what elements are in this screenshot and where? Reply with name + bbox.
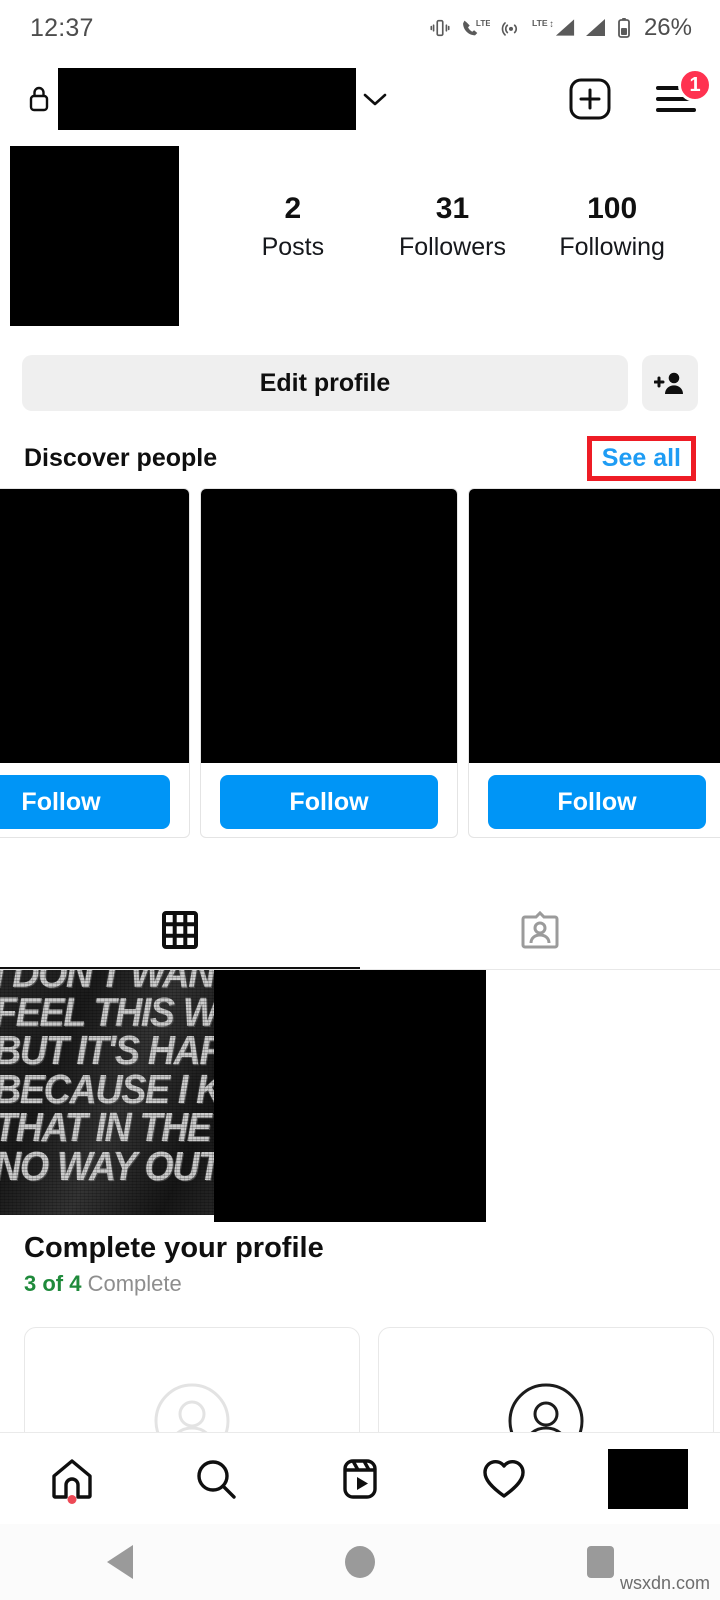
complete-profile-title: Complete your profile [24, 1232, 324, 1264]
complete-profile-card[interactable] [378, 1327, 714, 1432]
stat-following[interactable]: 100 Following [557, 190, 667, 264]
profile-stats: 2 Posts 31 Followers 100 Following [179, 146, 720, 264]
avatar-placeholder-icon [154, 1383, 230, 1432]
complete-profile-section: Complete your profile 3 of 4 Complete [0, 1232, 720, 1297]
discover-people-carousel[interactable]: Follow Follow Follow Follow [0, 488, 720, 840]
home-circle-icon [345, 1546, 375, 1578]
profile-avatar-redaction[interactable] [10, 146, 179, 326]
stat-value: 100 [587, 192, 638, 225]
avatar-placeholder-icon [508, 1383, 584, 1432]
menu-notification-badge: 1 [678, 68, 712, 102]
svg-text:LTE: LTE [476, 19, 490, 28]
suggestion-content-redaction [469, 489, 720, 763]
complete-profile-progress: 3 of 4 Complete [0, 1265, 720, 1297]
chevron-down-icon[interactable] [360, 89, 390, 109]
lyric-poster-image: I DON'T WANT TO FEEL THIS WAY BUT IT'S H… [0, 970, 238, 1215]
stat-label: Followers [398, 232, 506, 261]
android-home-button[interactable] [240, 1546, 480, 1578]
back-triangle-icon [107, 1545, 133, 1579]
add-person-icon [654, 372, 683, 394]
discover-people-button[interactable] [642, 355, 698, 411]
lte-plus-icon: LTE ↕ [532, 18, 575, 36]
home-notification-dot [67, 1495, 77, 1504]
suggestion-card[interactable]: Follow [468, 488, 720, 838]
status-icon-group: LTE LTE ↕ 26% [429, 14, 692, 42]
nav-home[interactable] [0, 1433, 144, 1524]
post-slot-empty [480, 970, 718, 1215]
suggestion-card[interactable]: Follow [200, 488, 458, 838]
discover-people-title: Discover people [24, 443, 218, 472]
android-system-nav: wsxdn.com [0, 1524, 720, 1600]
hotspot-icon [501, 22, 517, 36]
edit-profile-button[interactable]: Edit profile [22, 355, 628, 411]
svg-text:↕: ↕ [549, 19, 554, 30]
profile-avatar-redaction-nav [608, 1448, 688, 1509]
stat-label: Posts [261, 232, 325, 261]
battery-percent: 26% [643, 14, 692, 41]
profile-tabs [0, 890, 720, 970]
tab-grid[interactable] [0, 890, 360, 970]
android-back-button[interactable] [0, 1545, 240, 1579]
instagram-profile-screen: 12:37 LTE LTE ↕ 26% 1 2 Posts 31 Followe… [0, 0, 720, 1600]
lock-icon [22, 84, 56, 114]
bottom-navigation [0, 1432, 720, 1524]
complete-profile-card[interactable] [24, 1327, 360, 1432]
vibrate-icon [430, 19, 450, 37]
menu-button[interactable]: 1 [654, 68, 712, 117]
suggestion-content-redaction [201, 489, 457, 763]
grid-icon [162, 911, 198, 949]
follow-button[interactable]: Follow [488, 775, 706, 829]
volte-icon: LTE [463, 19, 490, 36]
stat-value: 31 [435, 192, 470, 225]
status-time: 12:37 [30, 13, 94, 42]
suggestion-content-redaction [0, 489, 189, 763]
svg-text:LTE: LTE [532, 18, 548, 28]
see-all-annotation-box: See all [586, 435, 696, 481]
profile-actions: Edit profile [0, 355, 720, 411]
nav-profile[interactable] [576, 1433, 720, 1524]
plus-square-icon [569, 78, 611, 120]
profile-summary: 2 Posts 31 Followers 100 Following [0, 146, 720, 332]
poster-grain-overlay [0, 970, 238, 1215]
stat-posts[interactable]: 2 Posts [238, 190, 348, 264]
reels-icon [343, 1458, 377, 1499]
tagged-person-card-icon [521, 910, 559, 949]
create-post-button[interactable] [566, 75, 614, 123]
status-bar: 12:37 LTE LTE ↕ 26% [0, 0, 720, 56]
battery-icon [618, 18, 630, 38]
post-overlay-redaction [214, 970, 486, 1222]
nav-search[interactable] [144, 1433, 288, 1524]
site-watermark: wsxdn.com [619, 1573, 710, 1593]
signal-bars-2-icon [585, 19, 605, 36]
follow-button[interactable]: Follow [220, 775, 438, 829]
progress-label: Complete [87, 1271, 182, 1296]
stat-value: 2 [284, 192, 302, 225]
see-all-link[interactable]: See all [602, 444, 681, 473]
stat-label: Following [559, 232, 665, 261]
nav-activity[interactable] [432, 1433, 576, 1524]
nav-reels[interactable] [288, 1433, 432, 1524]
heart-icon [483, 1459, 525, 1498]
discover-people-header: Discover people See all [0, 432, 720, 484]
tab-tagged[interactable] [360, 890, 720, 970]
app-header: 1 [0, 62, 720, 136]
stat-followers[interactable]: 31 Followers [397, 190, 507, 264]
search-icon [197, 1459, 236, 1499]
username-redaction[interactable] [58, 68, 356, 130]
recents-square-icon [586, 1546, 614, 1578]
post-thumbnail[interactable]: I DON'T WANT TO FEEL THIS WAY BUT IT'S H… [0, 970, 238, 1215]
discover-cards-track: Follow Follow Follow Follow [0, 488, 720, 838]
suggestion-card[interactable]: Follow [0, 488, 190, 838]
complete-profile-cards[interactable] [0, 1327, 720, 1432]
follow-button[interactable]: Follow [0, 775, 170, 829]
progress-count: 3 of 4 [24, 1271, 82, 1296]
